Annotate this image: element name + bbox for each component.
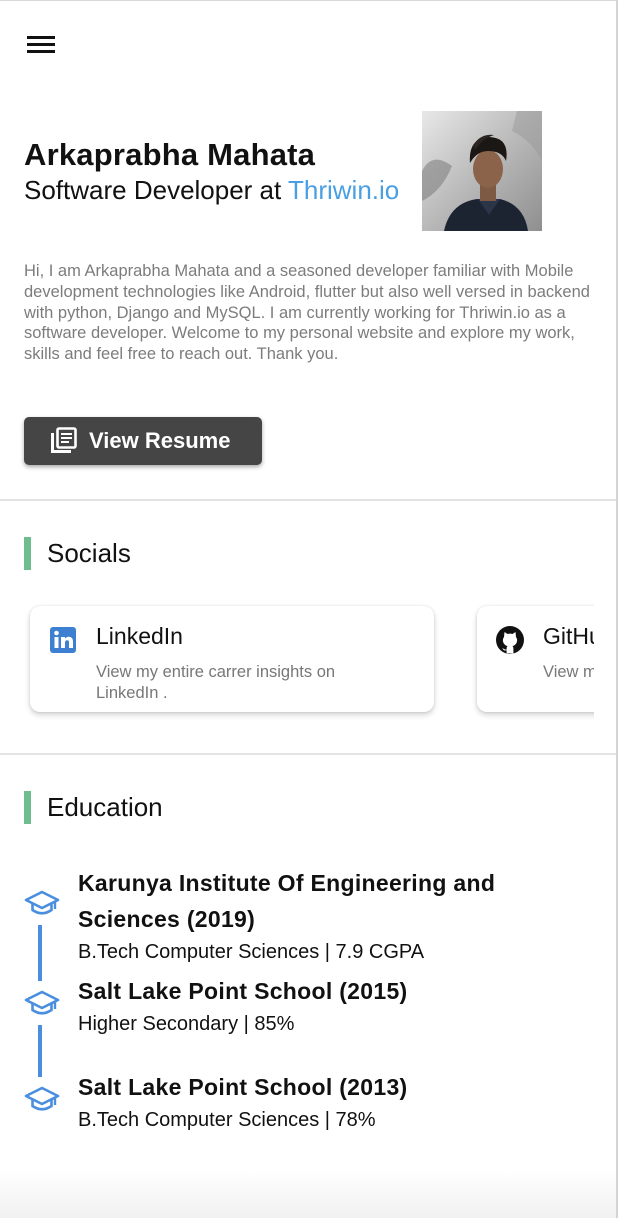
linkedin-icon bbox=[50, 627, 76, 653]
timeline-connector bbox=[38, 1025, 42, 1077]
education-item-subtitle: B.Tech Computer Sciences | 78% bbox=[78, 1109, 376, 1131]
socials-title: Socials bbox=[47, 538, 131, 568]
graduation-cap-icon bbox=[24, 890, 60, 915]
education-item-title: Salt Lake Point School (2013) bbox=[78, 1074, 408, 1100]
view-resume-button[interactable]: View Resume bbox=[24, 417, 262, 465]
education-item-subtitle: Higher Secondary | 85% bbox=[78, 1013, 295, 1035]
company-link[interactable]: Thriwin.io bbox=[288, 175, 399, 205]
education-title: Education bbox=[47, 792, 163, 822]
section-divider bbox=[0, 499, 616, 501]
socials-heading: Socials bbox=[24, 537, 131, 570]
avatar bbox=[422, 111, 542, 231]
bottom-fade bbox=[0, 1170, 616, 1218]
education-heading: Education bbox=[24, 791, 163, 824]
linkedin-description: View my entire carrer insights on Linked… bbox=[96, 663, 336, 702]
hamburger-menu-icon[interactable] bbox=[27, 34, 57, 56]
education-item-title: Karunya Institute Of Engineering and Sci… bbox=[78, 870, 496, 932]
profile-role: Software Developer at Thriwin.io bbox=[24, 175, 399, 206]
heading-accent-bar bbox=[24, 537, 31, 570]
github-icon bbox=[496, 626, 524, 654]
graduation-cap-icon bbox=[24, 990, 60, 1015]
bio-text: Hi, I am Arkaprabha Mahata and a seasone… bbox=[24, 262, 590, 364]
github-title: GitHub bbox=[543, 623, 594, 649]
socials-carousel[interactable]: LinkedIn View my entire carrer insights … bbox=[24, 599, 594, 729]
portfolio-page: Arkaprabha Mahata Software Developer at … bbox=[0, 0, 618, 1218]
linkedin-title: LinkedIn bbox=[96, 623, 183, 649]
timeline-connector bbox=[38, 925, 42, 981]
graduation-cap-icon bbox=[24, 1086, 60, 1111]
github-description: View my work available bbox=[543, 663, 594, 681]
education-item-title: Salt Lake Point School (2015) bbox=[78, 978, 408, 1004]
linkedin-card[interactable]: LinkedIn View my entire carrer insights … bbox=[30, 606, 434, 712]
github-card[interactable]: GitHub View my work available bbox=[477, 606, 594, 712]
document-icon bbox=[51, 427, 77, 453]
role-prefix: Software Developer at bbox=[24, 175, 288, 205]
section-divider bbox=[0, 753, 616, 755]
education-item-subtitle: B.Tech Computer Sciences | 7.9 CGPA bbox=[78, 941, 425, 963]
profile-name: Arkaprabha Mahata bbox=[24, 137, 316, 172]
heading-accent-bar bbox=[24, 791, 31, 824]
view-resume-label: View Resume bbox=[89, 428, 231, 453]
